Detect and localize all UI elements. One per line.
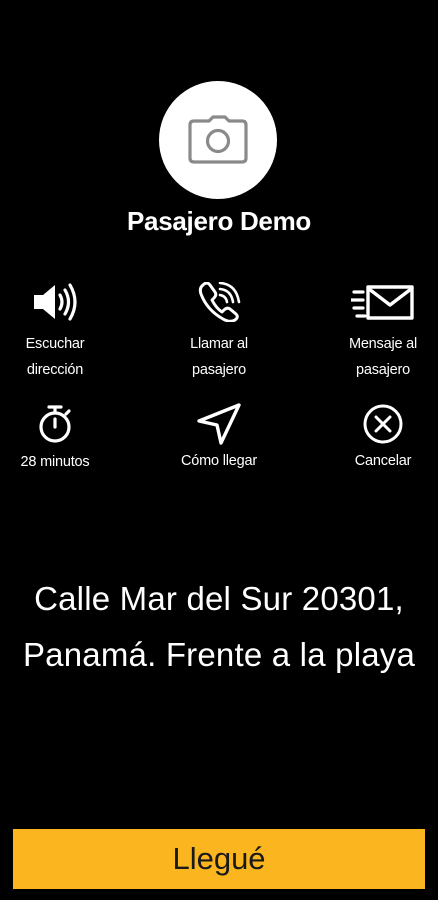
- listen-address-button[interactable]: Escuchar dirección: [0, 282, 110, 383]
- avatar[interactable]: [159, 81, 277, 199]
- pickup-address: Calle Mar del Sur 20301, Panamá. Frente …: [22, 580, 416, 673]
- message-passenger-button[interactable]: Mensaje al pasajero: [328, 282, 438, 383]
- listen-address-label: Escuchar dirección: [25, 336, 85, 378]
- call-passenger-button[interactable]: Llamar al pasajero: [164, 282, 274, 383]
- directions-label: Cómo llegar: [181, 453, 257, 469]
- message-passenger-label: Mensaje al pasajero: [348, 336, 418, 378]
- phone-ringing-icon: [197, 282, 241, 322]
- passenger-name: Pasajero Demo: [127, 206, 311, 236]
- eta-label: 28 minutos: [20, 454, 90, 470]
- call-passenger-label: Llamar al pasajero: [190, 336, 248, 378]
- cancel-label: Cancelar: [354, 453, 412, 469]
- cancel-button[interactable]: Cancelar: [328, 404, 438, 474]
- eta-button[interactable]: 28 minutos: [0, 404, 110, 475]
- navigation-arrow-icon: [196, 403, 242, 445]
- arrived-button[interactable]: Llegué: [13, 829, 425, 889]
- speaker-icon: [30, 282, 80, 322]
- stopwatch-icon: [35, 404, 75, 444]
- envelope-fast-icon: [351, 282, 415, 322]
- directions-button[interactable]: Cómo llegar: [164, 403, 274, 474]
- camera-icon: [188, 115, 248, 164]
- close-circle-icon: [362, 404, 404, 444]
